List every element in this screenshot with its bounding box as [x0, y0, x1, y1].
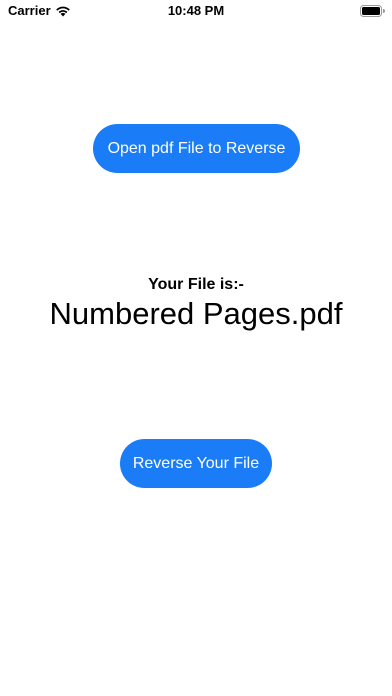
open-pdf-button-label: Open pdf File to Reverse: [107, 139, 286, 157]
reverse-file-button[interactable]: Reverse Your File: [120, 439, 272, 488]
status-time: 10:48 PM: [167, 3, 225, 18]
file-label: Your File is:-: [148, 276, 244, 293]
battery-icon: [360, 5, 385, 17]
reverse-file-button-label: Reverse Your File: [132, 454, 260, 472]
status-bar: Carrier 10:48 PM: [0, 0, 392, 24]
app-screen: Carrier 10:48 PM Open pdf File to Revers…: [0, 0, 392, 696]
open-pdf-button[interactable]: Open pdf File to Reverse: [93, 124, 300, 173]
file-name: Numbered Pages.pdf: [49, 296, 343, 331]
